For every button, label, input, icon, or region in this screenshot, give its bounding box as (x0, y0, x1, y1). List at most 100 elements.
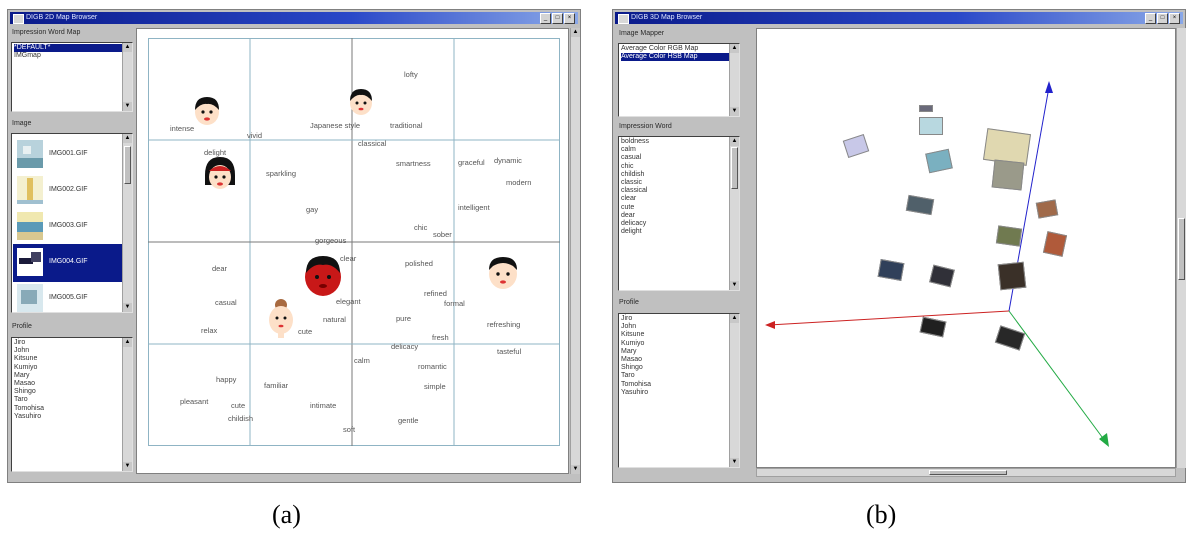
list-item[interactable]: dear (621, 212, 737, 220)
list-item[interactable]: Taro (14, 396, 130, 404)
close-button[interactable]: × (564, 13, 575, 24)
map-word[interactable]: intimate (310, 401, 336, 410)
map-word[interactable]: delicacy (391, 342, 418, 351)
3d-map-canvas[interactable] (756, 28, 1176, 468)
list-item[interactable]: IMG005.GIF (13, 280, 122, 312)
map-word[interactable]: polished (405, 259, 433, 268)
scroll-down-icon[interactable]: ▼ (571, 465, 580, 474)
list-item[interactable]: IMG002.GIF (13, 172, 122, 210)
map-word[interactable]: chic (414, 223, 427, 232)
image-thumbnail[interactable] (991, 159, 1025, 191)
title-bar[interactable]: DIGB 3D Map Browser _ □ × (615, 12, 1183, 24)
profile-list[interactable]: Jiro John Kitsune Kumiyo Mary Masao Shin… (11, 337, 133, 472)
list-item[interactable]: Average Color RGB Map (621, 45, 737, 53)
map-word[interactable]: calm (354, 356, 370, 365)
list-item[interactable]: Masao (14, 380, 130, 388)
map-word[interactable]: formal (444, 299, 465, 308)
list-item[interactable]: Jiro (14, 339, 130, 347)
map-word[interactable]: romantic (418, 362, 447, 371)
map-word[interactable]: intelligent (458, 203, 490, 212)
map-word[interactable]: pleasant (180, 397, 208, 406)
map-word[interactable]: childish (228, 414, 253, 423)
canvas-vertical-scrollbar[interactable] (1176, 28, 1186, 468)
image-mapper-list[interactable]: Average Color RGB Map Average Color HSB … (618, 43, 740, 117)
map-word[interactable]: casual (215, 298, 237, 307)
vertical-scrollbar[interactable]: ▲ ▼ (729, 314, 739, 467)
scroll-down-icon[interactable]: ▼ (730, 458, 739, 467)
map-word[interactable]: sober (433, 230, 452, 239)
map-word[interactable]: dear (212, 264, 227, 273)
list-item[interactable]: casual (621, 154, 737, 162)
map-word[interactable]: graceful (458, 158, 485, 167)
scroll-up-icon[interactable]: ▲ (730, 44, 739, 53)
scroll-thumb[interactable] (929, 470, 1007, 475)
vertical-scrollbar[interactable]: ▲ ▼ (122, 134, 132, 312)
map-word[interactable]: lofty (404, 70, 418, 79)
impression-word-list[interactable]: boldness calm casual chic childish class… (618, 136, 740, 291)
map-word[interactable]: cute (231, 401, 245, 410)
map-word[interactable]: gorgeous (315, 236, 346, 245)
map-word[interactable]: classical (358, 139, 386, 148)
canvas-horizontal-scrollbar[interactable] (756, 468, 1176, 477)
list-item[interactable]: Average Color HSB Map (621, 53, 737, 62)
map-word[interactable]: happy (216, 375, 236, 384)
scroll-up-icon[interactable]: ▲ (123, 338, 132, 347)
map-word[interactable]: familiar (264, 381, 288, 390)
map-word[interactable]: fresh (432, 333, 449, 342)
scroll-down-icon[interactable]: ▼ (730, 281, 739, 290)
close-button[interactable]: × (1169, 13, 1180, 24)
vertical-scrollbar[interactable]: ▲ ▼ (122, 43, 132, 111)
list-item[interactable]: classical (621, 187, 737, 195)
map-word[interactable]: vivid (247, 131, 262, 140)
list-item[interactable]: clear (621, 195, 737, 203)
list-item[interactable]: Tomohisa (621, 381, 737, 389)
minimize-button[interactable]: _ (1145, 13, 1156, 24)
scroll-up-icon[interactable]: ▲ (571, 28, 580, 37)
list-item[interactable]: Yasuhiro (14, 413, 130, 421)
map-word[interactable]: natural (323, 315, 346, 324)
list-item[interactable]: delicacy (621, 220, 737, 228)
list-item[interactable]: Mary (14, 372, 130, 380)
image-thumbnail[interactable] (995, 225, 1023, 247)
image-thumbnail[interactable] (1035, 199, 1059, 219)
map-word[interactable]: refined (424, 289, 447, 298)
list-item[interactable]: Shingo (621, 364, 737, 372)
list-item[interactable]: calm (621, 146, 737, 154)
scroll-thumb[interactable] (124, 146, 131, 184)
list-item[interactable]: Kitsune (14, 355, 130, 363)
map-word[interactable]: cute (298, 327, 312, 336)
profile-face-icon[interactable] (202, 155, 238, 195)
profile-list[interactable]: Jiro John Kitsune Kumiyo Mary Masao Shin… (618, 313, 740, 468)
map-word[interactable]: smartness (396, 159, 431, 168)
map-vertical-scrollbar[interactable]: ▲ ▼ (570, 28, 580, 474)
list-item[interactable]: Taro (621, 372, 737, 380)
list-item[interactable]: John (621, 323, 737, 331)
list-item[interactable]: cute (621, 204, 737, 212)
list-item[interactable]: boldness (621, 138, 737, 146)
list-item[interactable]: chic (621, 163, 737, 171)
image-thumbnail[interactable] (877, 259, 905, 281)
map-word[interactable]: simple (424, 382, 446, 391)
map-word[interactable]: soft (343, 425, 355, 434)
map-word[interactable]: traditional (390, 121, 423, 130)
profile-face-icon[interactable] (191, 94, 223, 128)
map-word[interactable]: modern (506, 178, 531, 187)
list-item[interactable]: IMG003.GIF (13, 208, 122, 246)
scroll-up-icon[interactable]: ▲ (730, 137, 739, 146)
scroll-up-icon[interactable]: ▲ (123, 134, 132, 143)
image-thumbnail[interactable] (919, 105, 933, 112)
list-item[interactable]: IMG001.GIF (13, 136, 122, 174)
list-item[interactable]: John (14, 347, 130, 355)
list-item[interactable]: Jiro (621, 315, 737, 323)
map-word[interactable]: dynamic (494, 156, 522, 165)
scroll-up-icon[interactable]: ▲ (730, 314, 739, 323)
maximize-button[interactable]: □ (552, 13, 563, 24)
vertical-scrollbar[interactable]: ▲ ▼ (729, 44, 739, 116)
profile-face-icon[interactable] (266, 296, 296, 340)
scroll-thumb[interactable] (731, 147, 738, 189)
map-word[interactable]: gay (306, 205, 318, 214)
impression-map-list[interactable]: *DEFAULT* IMGmap ▲ ▼ (11, 42, 133, 112)
list-item[interactable]: delight (621, 228, 737, 236)
image-list[interactable]: IMG001.GIF IMG002.GIF IMG003.GIF IMG004.… (11, 133, 133, 313)
title-bar[interactable]: DIGB 2D Map Browser _ □ × (10, 12, 578, 24)
